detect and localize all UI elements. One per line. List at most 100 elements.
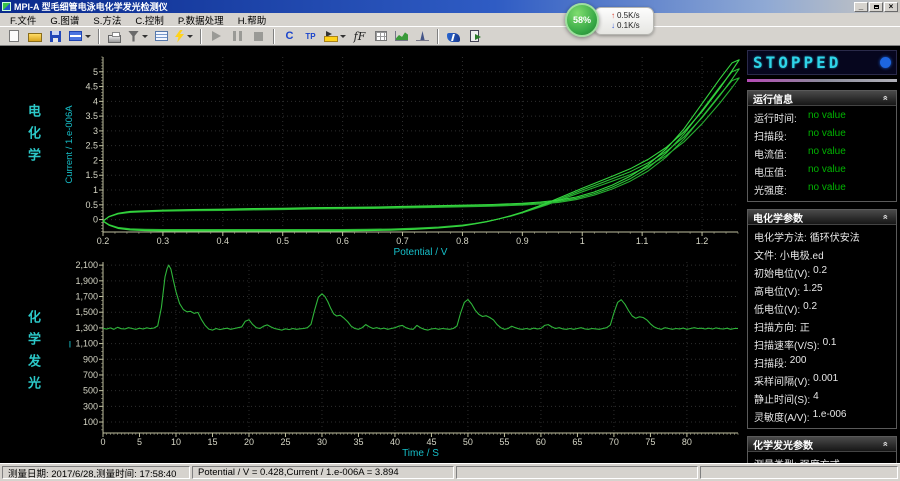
new-file-icon xyxy=(8,30,19,42)
exit-icon xyxy=(470,30,481,42)
panel-row: 电压值: no value xyxy=(748,162,896,180)
row-label: 电化学方法: xyxy=(754,232,807,244)
row-value: 正 xyxy=(799,322,810,334)
toolbar-separator xyxy=(98,28,100,44)
status-dot-icon xyxy=(880,57,891,68)
minimize-button[interactable]: _ xyxy=(854,1,868,12)
svg-text:50: 50 xyxy=(463,437,473,447)
row-value: no value xyxy=(808,181,846,193)
collapse-chevron-icon[interactable] xyxy=(881,439,891,449)
row-value: 0.1 xyxy=(822,336,837,348)
menu-bar: F.文件 G.图谱 S.方法 C.控制 P.数据处理 H.帮助 xyxy=(0,13,900,27)
status-bar: 测量日期: 2017/6/28,测量时间: 17:58:40 Potential… xyxy=(0,463,900,481)
ff-label-button[interactable]: fF xyxy=(349,27,370,45)
pause-button[interactable] xyxy=(227,27,248,45)
save-button[interactable] xyxy=(45,27,66,45)
memory-percent: 58% xyxy=(572,15,591,25)
svg-text:300: 300 xyxy=(83,401,98,411)
panel-row: 低电位(V): 0.2 xyxy=(748,299,896,317)
row-label: 扫描速率(V/S): xyxy=(754,340,820,352)
svg-text:0.2: 0.2 xyxy=(97,236,110,246)
svg-text:3: 3 xyxy=(93,126,98,136)
row-label: 低电位(V): xyxy=(754,304,801,316)
svg-text:2,100: 2,100 xyxy=(75,260,98,270)
peak-view-button[interactable] xyxy=(412,27,433,45)
new-file-button[interactable] xyxy=(3,27,24,45)
collapse-chevron-icon[interactable] xyxy=(881,212,891,222)
svg-text:0.8: 0.8 xyxy=(456,236,469,246)
menu-method[interactable]: S.方法 xyxy=(86,13,128,27)
row-label: 文件: xyxy=(754,250,777,262)
menu-spectrum[interactable]: G.图谱 xyxy=(43,13,86,27)
menu-file[interactable]: F.文件 xyxy=(3,13,43,27)
panel-row: 初始电位(V): 0.2 xyxy=(748,263,896,281)
print-button[interactable] xyxy=(104,27,125,45)
svg-text:45: 45 xyxy=(426,437,436,447)
open-file-button[interactable] xyxy=(24,27,45,45)
play-button[interactable] xyxy=(206,27,227,45)
svg-text:1.5: 1.5 xyxy=(85,170,98,180)
repeat-c-button[interactable]: C xyxy=(279,27,300,45)
memory-percent-bubble[interactable]: 58% xyxy=(565,3,599,37)
panel-row: 电化学方法: 循环伏安法 xyxy=(748,227,896,245)
panel-row: 电流值: no value xyxy=(748,144,896,162)
collapse-chevron-icon[interactable] xyxy=(881,93,891,103)
panel-row: 扫描速率(V/S): 0.1 xyxy=(748,335,896,353)
tp-label-button[interactable]: TP xyxy=(300,27,321,45)
filter-button[interactable] xyxy=(125,27,151,45)
net-speed-panel[interactable]: ↑ 0.5K/s ↓ 0.1K/s xyxy=(594,7,654,35)
row-value: 4 xyxy=(813,390,819,402)
cv-chart: 0.2 0.3 0.4 0.5 0.6 0.7 0.8 0.9 1 1.1 1.2 0 0.5 1 1.5 2… xyxy=(64,56,740,258)
dropdown-arrow-icon[interactable] xyxy=(340,34,346,38)
svg-text:Time / S: Time / S xyxy=(402,448,439,459)
dropdown-arrow-icon[interactable] xyxy=(187,34,193,38)
row-value: 循环伏安法 xyxy=(809,232,860,244)
grid-view-button[interactable] xyxy=(370,27,391,45)
run-flash-button[interactable] xyxy=(172,27,196,45)
stop-button[interactable] xyxy=(248,27,269,45)
svg-text:20: 20 xyxy=(244,437,254,447)
row-label: 扫描段: xyxy=(754,358,787,370)
method-list-button[interactable] xyxy=(151,27,172,45)
grid-view-icon xyxy=(374,31,387,41)
menu-data-processing[interactable]: P.数据处理 xyxy=(171,13,231,27)
download-speed: 0.1K/s xyxy=(617,21,640,30)
window-title: MPI-A 型毛细管电泳电化学发光检测仪 xyxy=(14,2,168,12)
menu-control[interactable]: C.控制 xyxy=(128,13,171,27)
panel-title: 运行信息 xyxy=(753,94,793,106)
panel-row: 光强度: no value xyxy=(748,180,896,198)
upload-arrow-icon: ↑ xyxy=(611,11,615,20)
export-arrow-button[interactable] xyxy=(321,27,349,45)
dropdown-arrow-icon[interactable] xyxy=(142,34,148,38)
svg-text:1,100: 1,100 xyxy=(75,339,98,349)
toolbar: C TP fF xyxy=(0,26,900,46)
title-bar[interactable]: MPI-A 型毛细管电泳电化学发光检测仪 _ × xyxy=(0,0,900,13)
row-value: 0.001 xyxy=(813,372,839,384)
panel-body: 电化学方法: 循环伏安法 文件: 小电极.ed 初始电位(V): 0.2 高电位(V): 1.… xyxy=(748,225,896,428)
close-button[interactable]: × xyxy=(884,1,898,12)
help-book-button[interactable] xyxy=(443,27,464,45)
status-measure-datetime: 测量日期: 2017/6/28,测量时间: 17:58:40 xyxy=(2,466,190,479)
toolbar-separator xyxy=(437,28,439,44)
svg-text:I: I xyxy=(69,340,72,351)
menu-help[interactable]: H.帮助 xyxy=(231,13,274,27)
row-value: 1.25 xyxy=(803,282,823,294)
print-icon xyxy=(108,31,121,43)
panel-row: 扫描段: 200 xyxy=(748,353,896,371)
dropdown-arrow-icon[interactable] xyxy=(85,34,91,38)
svg-text:2.5: 2.5 xyxy=(85,141,98,151)
ecl-chart: 0 5 10 15 20 25 30 35 40 45 50 55 60 65 70 75 80 100 300 50… xyxy=(69,260,739,459)
row-label: 扫描段: xyxy=(754,131,787,143)
row-value: no value xyxy=(808,127,846,139)
section-label-chemiluminescence: 化学发光 xyxy=(26,310,41,398)
row-label: 扫描方向: xyxy=(754,322,797,334)
status-cursor-readout: Potential / V = 0.428,Current / 1.e-006A… xyxy=(192,466,454,479)
chart-view-button[interactable] xyxy=(391,27,412,45)
panel-row: 高电位(V): 1.25 xyxy=(748,281,896,299)
filter-icon xyxy=(128,30,139,42)
restore-button[interactable] xyxy=(869,1,883,12)
svg-text:40: 40 xyxy=(390,437,400,447)
exit-button[interactable] xyxy=(464,27,485,45)
window-layout-button[interactable] xyxy=(66,27,94,45)
gradient-divider xyxy=(747,79,897,82)
